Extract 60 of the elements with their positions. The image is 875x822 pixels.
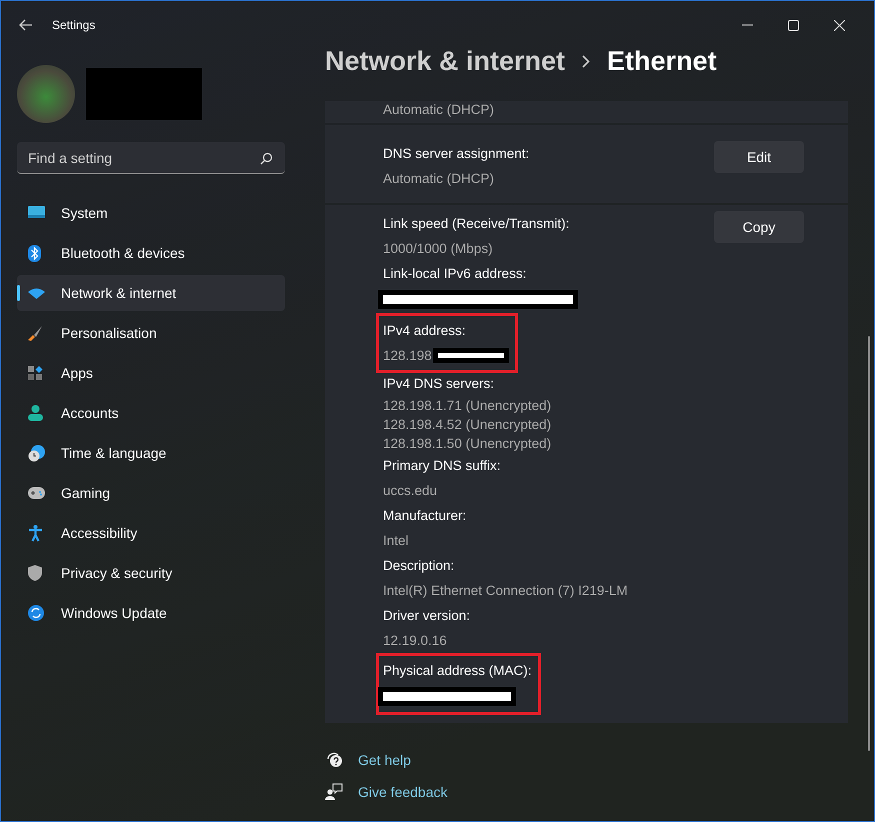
monitor-icon	[28, 206, 45, 220]
person-icon	[28, 405, 43, 421]
wifi-icon	[28, 288, 45, 298]
nav-item[interactable]: Privacy & security	[17, 555, 285, 591]
help-link[interactable]: Give feedback	[358, 784, 448, 800]
search-icon	[260, 152, 273, 165]
help-link[interactable]: Get help	[358, 752, 411, 768]
maximize-icon[interactable]	[788, 20, 799, 30]
property-value: 128.198	[383, 347, 432, 365]
nav-item[interactable]: Time & language	[17, 435, 285, 471]
property-value: 1000/1000 (Mbps)	[383, 240, 493, 258]
property-value: uccs.edu	[383, 482, 438, 500]
property-value: Automatic (DHCP)	[383, 101, 494, 119]
feedback-icon	[325, 783, 343, 800]
paintbrush-icon	[28, 325, 43, 341]
nav-item[interactable]: Windows Update	[17, 595, 285, 631]
nav-item[interactable]: Apps	[17, 355, 285, 391]
refresh-icon	[28, 605, 44, 621]
search-field[interactable]: Find a setting	[17, 142, 285, 174]
nav-item[interactable]: Gaming	[17, 475, 285, 511]
property-value: 128.198.1.71 (Unencrypted)	[383, 397, 552, 415]
nav-item[interactable]: Bluetooth & devices	[17, 235, 285, 271]
globe-clock-icon	[28, 444, 45, 462]
action-button[interactable]: Copy	[714, 211, 804, 243]
help-icon	[325, 751, 343, 768]
chevron-right-icon	[582, 54, 590, 68]
property-label: Description:	[383, 557, 454, 575]
property-value: 128.198.4.52 (Unencrypted)	[383, 416, 552, 434]
property-label: Physical address (MAC):	[383, 662, 532, 680]
property-label: Primary DNS suffix:	[383, 457, 501, 475]
back-arrow-icon[interactable]	[19, 19, 33, 31]
window-title: Settings	[52, 18, 96, 32]
page-title: Ethernet	[607, 46, 717, 76]
property-label: Link-local IPv6 address:	[383, 265, 526, 283]
nav-item[interactable]: System	[17, 195, 285, 231]
scrollbar-thumb[interactable]	[868, 336, 870, 751]
property-value: Automatic (DHCP)	[383, 170, 494, 188]
property-label: Manufacturer:	[383, 507, 466, 525]
property-label: Link speed (Receive/Transmit):	[383, 215, 570, 233]
nav-item[interactable]: Network & internet	[17, 275, 285, 311]
property-label: IPv4 address:	[383, 322, 466, 340]
nav-item[interactable]: Personalisation	[17, 315, 285, 351]
property-label: Driver version:	[383, 607, 470, 625]
accessibility-icon	[28, 524, 43, 542]
nav-item[interactable]: Accounts	[17, 395, 285, 431]
shield-icon	[28, 565, 42, 581]
gamepad-icon	[28, 487, 45, 499]
property-value: Intel	[383, 532, 409, 550]
property-value: Intel(R) Ethernet Connection (7) I219-LM	[383, 582, 628, 600]
breadcrumb-parent[interactable]: Network & internet	[325, 46, 566, 76]
minimize-icon[interactable]	[742, 24, 753, 26]
property-value: 12.19.0.16	[383, 632, 447, 650]
property-value: 128.198.1.50 (Unencrypted)	[383, 435, 552, 453]
property-label: DNS server assignment:	[383, 145, 530, 163]
close-icon[interactable]	[834, 20, 845, 30]
apps-icon	[28, 366, 43, 380]
property-label: IPv4 DNS servers:	[383, 375, 494, 393]
bluetooth-icon	[28, 244, 41, 262]
action-button[interactable]: Edit	[714, 141, 804, 173]
nav-item[interactable]: Accessibility	[17, 515, 285, 551]
